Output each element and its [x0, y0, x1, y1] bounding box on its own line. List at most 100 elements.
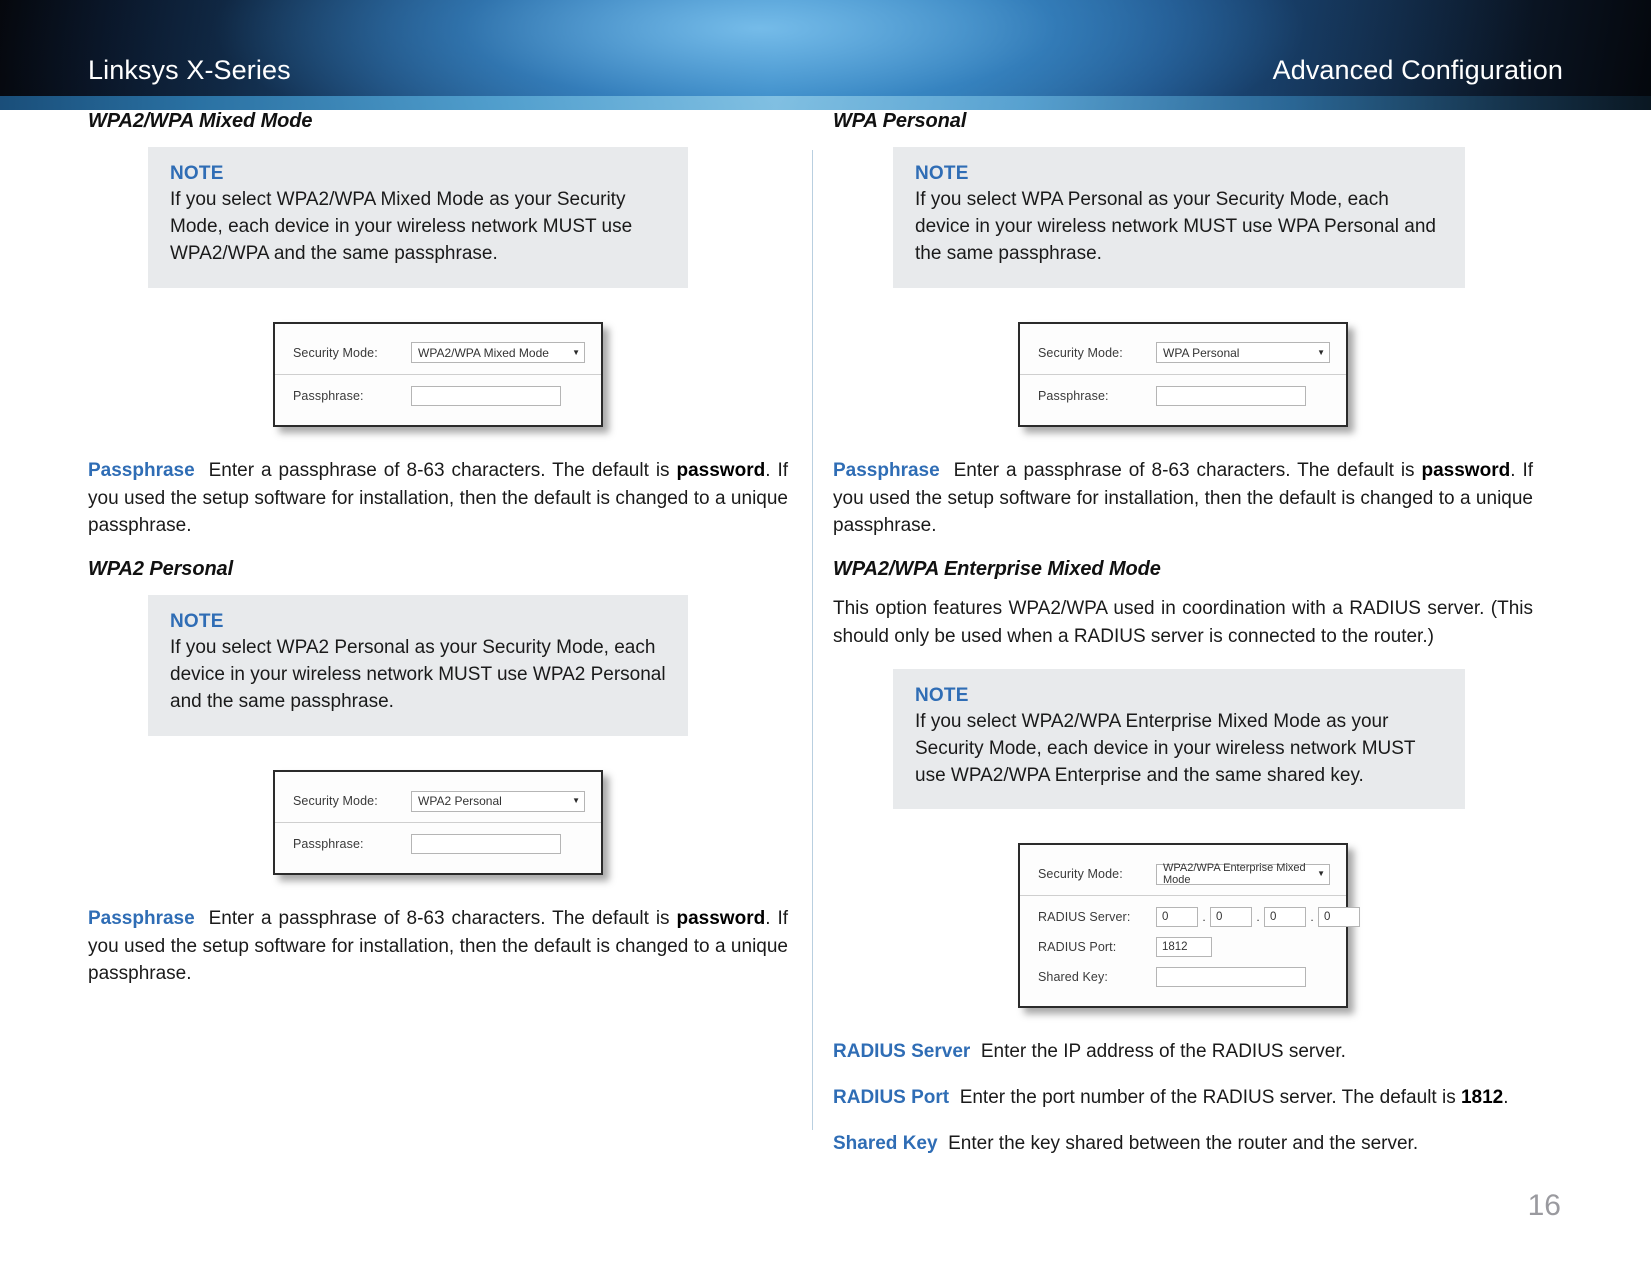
radius-port-input[interactable]: 1812 [1156, 937, 1212, 958]
heading-wpa2-personal: WPA2 Personal [88, 558, 234, 581]
security-mode-label: Security Mode: [1038, 345, 1123, 360]
security-mode-select[interactable]: WPA2 Personal ▼ [411, 790, 585, 812]
heading-wpa2-wpa-enterprise-mixed-mode: WPA2/WPA Enterprise Mixed Mode [833, 558, 1161, 581]
paragraph-enterprise-intro: This option features WPA2/WPA used in co… [833, 598, 1533, 647]
heading-wpa-personal: WPA Personal [833, 110, 967, 132]
shared-key-input[interactable] [1156, 967, 1306, 988]
term-passphrase: Passphrase [833, 459, 940, 481]
router-ui-screenshot-wpa-personal: Security Mode: WPA Personal ▼ Passphrase… [1018, 321, 1348, 427]
paragraph-radius-server: RADIUS Server Enter the IP address of th… [833, 1038, 1533, 1066]
passphrase-input[interactable] [411, 385, 561, 406]
chevron-down-icon: ▼ [1317, 347, 1325, 357]
note-text: If you select WPA Personal as your Secur… [915, 189, 1436, 264]
page-header: Linksys X-Series Advanced Configuration [0, 0, 1651, 110]
term-passphrase: Passphrase [88, 908, 195, 930]
passphrase-row: Passphrase: [293, 829, 585, 859]
passphrase-default-value: password [676, 459, 766, 481]
shared-key-label: Shared Key: [1038, 970, 1108, 985]
chevron-down-icon: ▼ [572, 796, 580, 806]
paragraph-shared-key: Shared Key Enter the key shared between … [833, 1130, 1533, 1158]
security-mode-label: Security Mode: [1038, 867, 1123, 882]
page-number: 16 [1527, 1189, 1561, 1222]
router-ui-screenshot-wpa2-personal: Security Mode: WPA2 Personal ▼ Passphras… [273, 770, 603, 876]
radius-server-octet-3[interactable]: 0 [1264, 907, 1306, 928]
passphrase-row: Passphrase: [293, 381, 585, 411]
chevron-down-icon: ▼ [1317, 869, 1325, 879]
passphrase-text-before: Enter a passphrase of 8-63 characters. T… [953, 459, 1422, 481]
page-body: WPA2/WPA Mixed Mode NOTE If you select W… [0, 110, 1651, 1275]
term-shared-key: Shared Key [833, 1132, 938, 1154]
divider [1020, 895, 1346, 897]
chevron-down-icon: ▼ [572, 347, 580, 357]
security-mode-value: WPA2 Personal [418, 794, 502, 809]
security-mode-row: Security Mode: WPA2/WPA Enterprise Mixed… [1038, 859, 1330, 889]
radius-server-label: RADIUS Server: [1038, 910, 1131, 925]
note-text: If you select WPA2 Personal as your Secu… [170, 637, 666, 713]
security-mode-select[interactable]: WPA2/WPA Mixed Mode ▼ [411, 342, 585, 364]
security-mode-value: WPA2/WPA Enterprise Mixed Mode [1163, 862, 1306, 887]
ip-separator: . [1202, 910, 1206, 925]
term-passphrase: Passphrase [88, 459, 195, 481]
screenshot-wrap-wpa2-personal: Security Mode: WPA2 Personal ▼ Passphras… [88, 770, 788, 876]
paragraph-passphrase-wpa-personal: Passphrase Enter a passphrase of 8-63 ch… [833, 457, 1533, 540]
note-title: NOTE [170, 611, 224, 633]
column-divider [812, 150, 813, 1130]
security-mode-value: WPA Personal [1163, 345, 1240, 360]
note-title: NOTE [915, 163, 969, 184]
divider [275, 822, 601, 824]
security-mode-row: Security Mode: WPA2/WPA Mixed Mode ▼ [293, 338, 585, 368]
ip-separator: . [1310, 910, 1314, 925]
paragraph-radius-port: RADIUS Port Enter the port number of the… [833, 1084, 1533, 1112]
radius-server-ip-group[interactable]: 0 . 0 . 0 . 0 [1156, 907, 1360, 928]
screenshot-wrap-wpa2-wpa-mixed-mode: Security Mode: WPA2/WPA Mixed Mode ▼ Pas… [88, 321, 788, 427]
term-radius-server: RADIUS Server [833, 1041, 971, 1063]
security-mode-select[interactable]: WPA Personal ▼ [1156, 342, 1330, 364]
note-text: If you select WPA2/WPA Enterprise Mixed … [915, 710, 1416, 786]
router-ui-screenshot-enterprise-mixed-mode: Security Mode: WPA2/WPA Enterprise Mixed… [1018, 843, 1360, 1009]
passphrase-label: Passphrase: [1038, 388, 1109, 403]
radius-server-description: Enter the IP address of the RADIUS serve… [980, 1041, 1346, 1063]
passphrase-input[interactable] [1156, 385, 1306, 406]
shared-key-description: Enter the key shared between the router … [948, 1132, 1419, 1154]
header-product-title: Linksys X-Series [88, 55, 291, 85]
header-accent-bar [0, 96, 1651, 110]
screenshot-wrap-wpa-personal: Security Mode: WPA Personal ▼ Passphrase… [833, 321, 1533, 427]
note-box-wpa2-personal: NOTE If you select WPA2 Personal as your… [148, 595, 688, 737]
security-mode-select[interactable]: WPA2/WPA Enterprise Mixed Mode ▼ [1156, 862, 1330, 887]
ip-separator: . [1256, 910, 1260, 925]
radius-port-text-after: . [1503, 1087, 1509, 1109]
shared-key-row: Shared Key: [1038, 962, 1330, 992]
radius-server-octet-4[interactable]: 0 [1318, 907, 1360, 928]
passphrase-default-value: password [1421, 459, 1511, 481]
header-section-title: Advanced Configuration [1272, 55, 1563, 85]
radius-port-description: Enter the port number of the RADIUS serv… [959, 1087, 1461, 1109]
passphrase-text-before: Enter a passphrase of 8-63 characters. T… [208, 908, 677, 930]
paragraph-passphrase-mixed-mode: Passphrase Enter a passphrase of 8-63 ch… [88, 457, 788, 540]
passphrase-label: Passphrase: [293, 837, 364, 852]
radius-server-row: RADIUS Server: 0 . 0 . 0 . 0 [1038, 902, 1360, 932]
note-box-wpa2-wpa-mixed-mode: NOTE If you select WPA2/WPA Mixed Mode a… [148, 147, 688, 288]
heading-wpa2-wpa-mixed-mode: WPA2/WPA Mixed Mode [88, 110, 313, 132]
radius-port-label: RADIUS Port: [1038, 940, 1117, 955]
paragraph-passphrase-wpa2-personal: Passphrase Enter a passphrase of 8-63 ch… [88, 905, 788, 988]
term-radius-port: RADIUS Port [833, 1087, 950, 1109]
security-mode-value: WPA2/WPA Mixed Mode [418, 345, 549, 360]
note-text: If you select WPA2/WPA Mixed Mode as you… [170, 189, 633, 264]
radius-port-default-value: 1812 [1460, 1087, 1504, 1109]
radius-server-octet-2[interactable]: 0 [1210, 907, 1252, 928]
security-mode-label: Security Mode: [293, 794, 378, 809]
radius-server-octet-1[interactable]: 0 [1156, 907, 1198, 928]
note-box-enterprise-mixed-mode: NOTE If you select WPA2/WPA Enterprise M… [893, 668, 1465, 810]
security-mode-label: Security Mode: [293, 345, 378, 360]
security-mode-row: Security Mode: WPA2 Personal ▼ [293, 786, 585, 816]
note-box-wpa-personal: NOTE If you select WPA Personal as your … [893, 147, 1465, 288]
divider [1020, 373, 1346, 375]
note-title: NOTE [170, 163, 224, 184]
note-title: NOTE [915, 684, 969, 706]
security-mode-row: Security Mode: WPA Personal ▼ [1038, 338, 1330, 368]
screenshot-wrap-enterprise-mixed-mode: Security Mode: WPA2/WPA Enterprise Mixed… [833, 843, 1533, 1009]
passphrase-text-before: Enter a passphrase of 8-63 characters. T… [208, 459, 677, 481]
passphrase-label: Passphrase: [293, 388, 364, 403]
left-column: WPA2/WPA Mixed Mode NOTE If you select W… [88, 110, 788, 1006]
passphrase-input[interactable] [411, 834, 561, 855]
